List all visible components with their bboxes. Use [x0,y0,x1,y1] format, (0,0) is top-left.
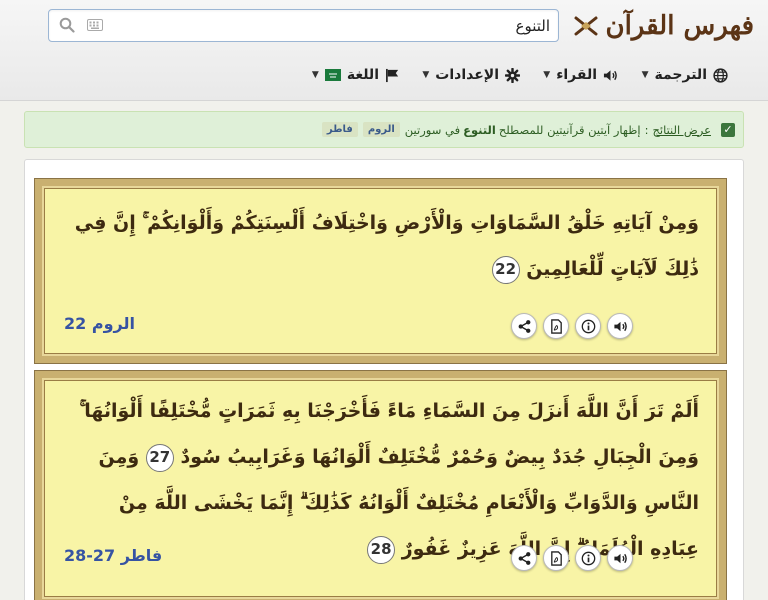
results-text-before: إظهار آيتين قرآنيتين للمصطلح [498,122,641,137]
share-button[interactable] [511,545,537,571]
audio-icon [613,553,627,563]
results-info-bar: ✓ عرض النتائج : إظهار آيتين قرآنيتين للم… [24,111,744,148]
nav-translation-label: الترجمة [654,67,707,83]
info-button[interactable] [575,313,601,339]
chevron-down-icon: ▼ [641,70,649,80]
gear-icon [505,67,520,83]
surah-tag[interactable]: الروم [362,122,400,137]
verse-reference[interactable]: فاطر 27-28 [64,546,162,565]
logo-pen-icon [574,16,598,36]
share-button[interactable] [511,313,537,339]
search-input[interactable] [150,14,550,37]
search-box [48,9,559,42]
info-icon [581,319,595,333]
share-icon [518,551,530,565]
verse-card: وَمِنْ آيَاتِهِ خَلْقُ السَّمَاوَاتِ وَا… [34,178,727,364]
main-nav: الترجمة ▼ القراء ▼ الإعدادات ▼ اللغة ▼ [0,62,768,88]
verse-tools [511,313,633,339]
verse-card: أَلَمْ تَرَ أَنَّ اللَّهَ أَنزَلَ مِنَ ا… [34,370,727,600]
globe-icon [713,67,728,83]
verse-reference[interactable]: الروم 22 [64,314,135,333]
results-colon: : [644,122,649,137]
verse-tools [511,545,633,571]
nav-reciters-label: القراء [556,67,597,83]
nav-language-label: اللغة [346,67,379,83]
nav-settings-label: الإعدادات [435,67,499,83]
chevron-down-icon: ▼ [543,70,551,80]
nav-reciters[interactable]: القراء ▼ [543,62,618,88]
audio-button[interactable] [607,313,633,339]
info-icon [581,551,595,565]
verse-text: وَمِنْ آيَاتِهِ خَلْقُ السَّمَاوَاتِ وَا… [64,200,699,292]
saudi-flag-icon [324,69,341,81]
search-term: التنوع [463,122,496,137]
pdf-icon [550,318,562,334]
nav-translation[interactable]: الترجمة ▼ [642,62,728,88]
pdf-button[interactable] [543,545,569,571]
audio-icon [613,321,627,331]
audio-button[interactable] [607,545,633,571]
chevron-down-icon: ▼ [311,70,319,80]
logo-text: فهرس القرآن [605,11,754,41]
pdf-button[interactable] [543,313,569,339]
ayah-number: 22 [491,255,520,284]
verse-body: وَمِنْ آيَاتِهِ خَلْقُ السَّمَاوَاتِ وَا… [74,212,699,280]
site-logo[interactable]: فهرس القرآن [573,8,754,44]
results-panel: وَمِنْ آيَاتِهِ خَلْقُ السَّمَاوَاتِ وَا… [24,159,744,600]
nav-language[interactable]: اللغة ▼ [312,62,400,88]
check-icon: ✓ [721,122,735,137]
ayah-number: 27 [145,443,174,472]
chevron-down-icon: ▼ [422,70,430,80]
pdf-icon [550,550,562,566]
surah-tag[interactable]: فاطر [321,122,358,137]
top-bar: فهرس القرآن الترجمة ▼ [0,0,768,101]
ayah-number: 28 [367,535,396,564]
info-button[interactable] [575,545,601,571]
flag-icon [386,68,399,82]
nav-settings[interactable]: الإعدادات ▼ [422,62,520,88]
volume-icon [603,69,617,81]
keyboard-icon[interactable] [87,19,103,31]
results-lead[interactable]: عرض النتائج [652,123,711,137]
results-text-after: في سورتين [404,122,461,137]
search-icon[interactable] [59,17,75,33]
share-icon [518,319,530,333]
